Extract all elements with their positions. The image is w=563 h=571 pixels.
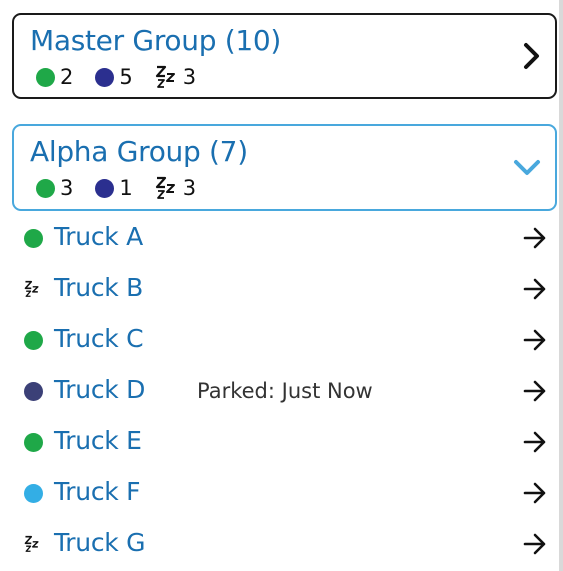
- active-status-icon: [36, 67, 55, 87]
- parked-status-icon: [24, 381, 43, 401]
- truck-status-note: Parked: Just Now: [197, 379, 373, 403]
- truck-status: [24, 380, 46, 402]
- sleeping-count-value: 3: [182, 65, 197, 89]
- arrow-right-icon[interactable]: [523, 379, 547, 403]
- zz-sleep-icon: [24, 535, 39, 552]
- truck-row-e[interactable]: Truck E: [0, 416, 559, 466]
- parked-count-value: 1: [119, 176, 133, 200]
- parked-status-icon: [95, 178, 115, 198]
- truck-name[interactable]: Truck D: [54, 375, 145, 404]
- truck-status: [24, 482, 46, 504]
- truck-name[interactable]: Truck G: [54, 528, 145, 557]
- chevron-right-icon[interactable]: [523, 42, 541, 70]
- idle-status-icon: [24, 483, 43, 503]
- zz-sleep-icon: [155, 65, 175, 88]
- arrow-right-icon[interactable]: [523, 226, 547, 250]
- arrow-right-icon[interactable]: [523, 532, 547, 556]
- group-title: Master Group (10): [30, 24, 282, 57]
- active-status-icon: [24, 228, 43, 248]
- truck-status: [24, 533, 46, 555]
- truck-name[interactable]: Truck A: [54, 222, 143, 251]
- arrow-right-icon[interactable]: [523, 277, 547, 301]
- group-card-alpha[interactable]: Alpha Group (7) 3 1 3: [12, 124, 557, 211]
- zz-sleep-icon: [155, 176, 175, 199]
- truck-row-a[interactable]: Truck A: [0, 212, 559, 262]
- truck-name[interactable]: Truck B: [54, 273, 143, 302]
- group-status-counts: 3 1 3: [36, 176, 218, 200]
- active-count: 2: [36, 65, 73, 89]
- parked-count: 5: [95, 65, 133, 89]
- parked-count: 1: [95, 176, 133, 200]
- truck-row-g[interactable]: Truck G: [0, 518, 559, 568]
- truck-name[interactable]: Truck F: [54, 477, 140, 506]
- arrow-right-icon[interactable]: [523, 481, 547, 505]
- arrow-right-icon[interactable]: [523, 328, 547, 352]
- truck-status: [24, 278, 46, 300]
- active-status-icon: [36, 178, 55, 198]
- truck-row-b[interactable]: Truck B: [0, 263, 559, 313]
- sleeping-count: 3: [155, 176, 196, 200]
- group-title: Alpha Group (7): [30, 135, 248, 168]
- truck-status: [24, 329, 46, 351]
- truck-row-f[interactable]: Truck F: [0, 467, 559, 517]
- truck-status: [24, 431, 46, 453]
- active-count-value: 3: [60, 176, 74, 200]
- active-count: 3: [36, 176, 73, 200]
- truck-row-d[interactable]: Truck D Parked: Just Now: [0, 365, 559, 415]
- active-status-icon: [24, 432, 43, 452]
- active-count-value: 2: [60, 65, 74, 89]
- sleeping-count: 3: [155, 65, 196, 89]
- zz-sleep-icon: [24, 280, 39, 297]
- parked-status-icon: [95, 67, 115, 87]
- active-status-icon: [24, 330, 43, 350]
- sleeping-count-value: 3: [182, 176, 197, 200]
- chevron-down-icon[interactable]: [513, 158, 541, 178]
- truck-status: [24, 227, 46, 249]
- group-status-counts: 2 5 3: [36, 65, 218, 89]
- group-card-master[interactable]: Master Group (10) 2 5 3: [12, 13, 557, 99]
- truck-name[interactable]: Truck C: [54, 324, 144, 353]
- scrollbar-track[interactable]: [559, 0, 563, 571]
- truck-name[interactable]: Truck E: [54, 426, 142, 455]
- arrow-right-icon[interactable]: [523, 430, 547, 454]
- truck-row-c[interactable]: Truck C: [0, 314, 559, 364]
- parked-count-value: 5: [119, 65, 133, 89]
